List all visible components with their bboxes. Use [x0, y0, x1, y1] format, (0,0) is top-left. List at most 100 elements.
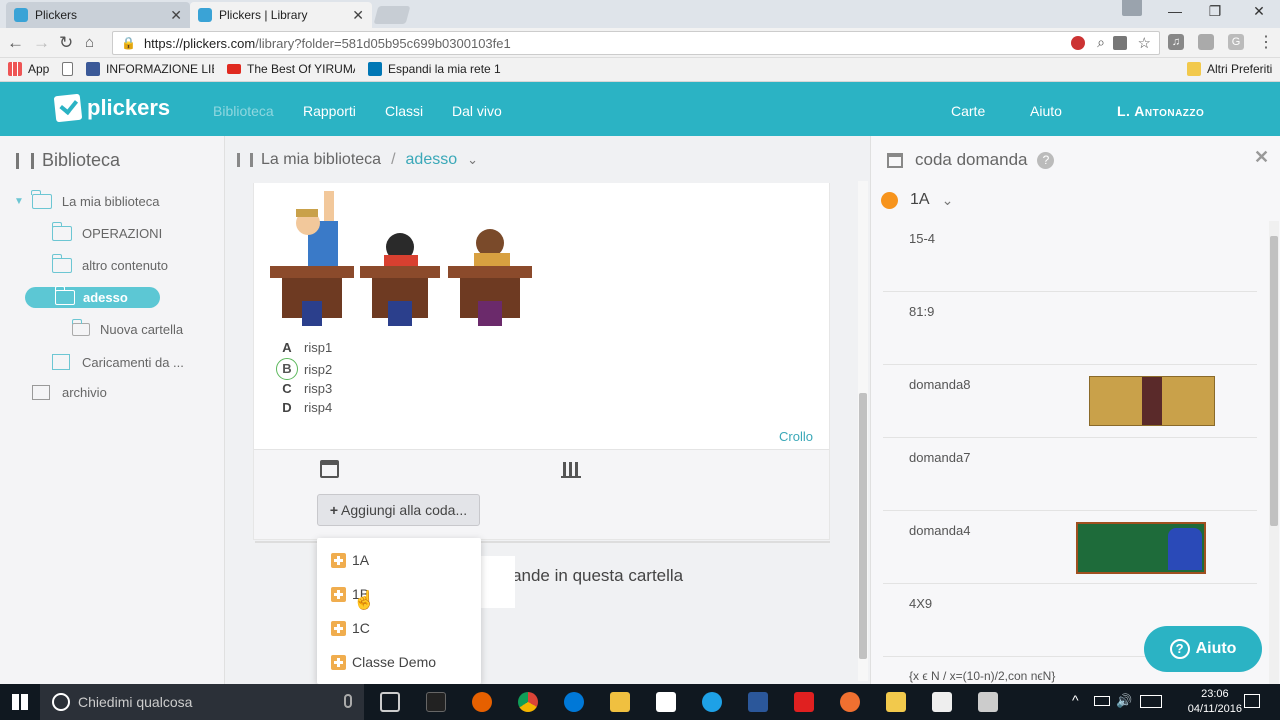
nav-biblioteca[interactable]: Biblioteca — [213, 103, 274, 119]
help-button[interactable]: ? Aiuto — [1144, 626, 1262, 672]
folder-icon — [1187, 62, 1201, 76]
acrobat-icon[interactable] — [794, 692, 814, 712]
windows-taskbar: Chiedimi qualcosa ^ 🔊 23:06 04/11/2016 — [0, 684, 1280, 720]
address-bar[interactable]: 🔒 https://plickers.com/library?folder=58… — [112, 31, 1160, 55]
microphone-icon[interactable] — [344, 694, 352, 708]
close-window-icon[interactable]: ✕ — [1244, 3, 1274, 20]
back-icon[interactable]: ← — [7, 33, 24, 53]
calendar-icon[interactable] — [320, 460, 339, 478]
other-bookmarks[interactable]: Altri Preferiti — [1187, 62, 1272, 76]
dropdown-item-1a[interactable]: 1A — [331, 552, 369, 568]
add-to-queue-label: Aggiungi alla coda... — [341, 502, 468, 518]
sidebar-item-nuova-cartella[interactable]: Nuova cartella — [71, 319, 183, 337]
nav-rapporti[interactable]: Rapporti — [303, 103, 356, 119]
task-view-icon[interactable] — [380, 692, 400, 712]
nav-user[interactable]: L. Antonazzo — [1117, 103, 1204, 119]
g-extension-icon[interactable]: G — [1228, 34, 1244, 50]
sidebar-item-adesso[interactable]: adesso — [25, 286, 160, 308]
volume-icon[interactable]: 🔊 — [1116, 693, 1132, 709]
new-tab-button[interactable] — [373, 6, 411, 24]
gimp-icon[interactable] — [886, 692, 906, 712]
home-icon[interactable]: ⌂ — [85, 34, 94, 51]
word-icon[interactable] — [748, 692, 768, 712]
windows-start-icon[interactable] — [12, 694, 28, 710]
menu-icon[interactable]: ⋮ — [1258, 32, 1274, 52]
reload-icon[interactable]: ↻ — [59, 33, 73, 53]
cloud-extension-icon[interactable] — [1198, 34, 1214, 50]
sidebar-item-archivio[interactable]: archivio — [32, 385, 107, 400]
firefox-icon[interactable] — [472, 692, 492, 712]
chevron-up-icon[interactable]: ^ — [1072, 692, 1079, 708]
nav-classi[interactable]: Classi — [385, 103, 423, 119]
plickers-logo[interactable]: plickers — [53, 93, 170, 123]
question-card: A risp1 B risp2 C risp3 D risp4 Crollo +… — [253, 183, 830, 540]
nav-aiuto[interactable]: Aiuto — [1030, 103, 1062, 119]
notifications-icon[interactable] — [1244, 694, 1260, 708]
taskbar-clock[interactable]: 23:06 04/11/2016 — [1188, 687, 1242, 717]
extension-icon[interactable]: ♫ — [1168, 34, 1184, 50]
bookmarks-bar: App INFORMAZIONE LIBE The Best Of YIRUMA… — [0, 58, 1280, 82]
browser-tabstrip: Plickers ✕ Plickers | Library ✕ — ❐ ✕ — [0, 0, 1280, 28]
minimize-icon[interactable]: — — [1160, 3, 1190, 19]
nav-dal-vivo[interactable]: Dal vivo — [452, 103, 502, 119]
chrome-icon[interactable] — [518, 692, 538, 712]
translate-icon[interactable] — [1113, 36, 1127, 50]
sidebar-item-caricamenti[interactable]: Caricamenti da ... — [52, 354, 184, 370]
sidebar-item-operazioni[interactable]: OPERAZIONI — [51, 222, 162, 241]
queue-scrollbar[interactable] — [1269, 221, 1279, 684]
forward-icon[interactable]: → — [33, 33, 50, 53]
class-selector[interactable]: 1A ⌄ — [881, 191, 953, 209]
chevron-down-icon[interactable]: ⌄ — [467, 152, 478, 168]
breadcrumb-current[interactable]: adesso — [406, 151, 458, 169]
bookmark-linkedin[interactable]: Espandi la mia rete 1 — [368, 62, 501, 76]
bookmark-page[interactable] — [62, 62, 80, 76]
sidebar-item-altro-contenuto[interactable]: altro contenuto — [51, 254, 168, 273]
tab-plickers-library[interactable]: Plickers | Library ✕ — [190, 2, 372, 28]
student-raising-hand — [270, 191, 354, 326]
edge-icon[interactable] — [564, 692, 584, 712]
app-icon[interactable] — [426, 692, 446, 712]
bookmark-informazione[interactable]: INFORMAZIONE LIBE — [86, 62, 214, 76]
queue-item[interactable]: domanda8 — [883, 365, 1257, 438]
tab-plickers[interactable]: Plickers ✕ — [6, 2, 190, 28]
battery-icon[interactable] — [1094, 696, 1110, 706]
facebook-icon — [86, 62, 100, 76]
queue-item[interactable]: 15-4 — [883, 219, 1257, 292]
add-to-queue-button[interactable]: + Aggiungi alla coda... — [317, 494, 480, 526]
blocked-icon[interactable] — [1071, 36, 1085, 50]
queue-item[interactable]: domanda4 — [883, 511, 1257, 584]
scrollbar-thumb[interactable] — [859, 393, 867, 659]
queue-item[interactable]: domanda7 — [883, 438, 1257, 511]
folder-open-icon — [54, 286, 75, 305]
clock-date: 04/11/2016 — [1187, 703, 1242, 715]
close-tab-icon[interactable]: ✕ — [352, 7, 364, 24]
zoom-icon[interactable]: ⌕ — [1097, 34, 1105, 51]
caret-down-icon[interactable]: ▼ — [14, 196, 24, 207]
profile-icon[interactable] — [1122, 0, 1142, 16]
scrollbar-thumb[interactable] — [1270, 236, 1278, 526]
store-icon[interactable] — [656, 692, 676, 712]
queue-item[interactable]: 81:9 — [883, 292, 1257, 365]
taskbar-search[interactable]: Chiedimi qualcosa — [40, 684, 364, 720]
breadcrumb-root[interactable]: La mia biblioteca — [261, 151, 381, 169]
collapse-link[interactable]: Crollo — [779, 429, 813, 444]
main-scrollbar[interactable] — [858, 181, 868, 681]
app-icon[interactable] — [978, 692, 998, 712]
bookmark-app[interactable]: App — [8, 62, 49, 76]
maximize-icon[interactable]: ❐ — [1200, 3, 1230, 20]
help-icon[interactable]: ? — [1037, 151, 1055, 169]
dropdown-item-classe-demo[interactable]: Classe Demo — [331, 654, 436, 670]
bookmark-yiruma[interactable]: The Best Of YIRUMA | — [227, 62, 355, 76]
star-icon[interactable]: ☆ — [1138, 34, 1151, 52]
dropdown-item-1c[interactable]: 1C — [331, 620, 370, 636]
nav-carte[interactable]: Carte — [951, 103, 985, 119]
bar-chart-icon[interactable] — [561, 462, 581, 478]
internet-explorer-icon[interactable] — [702, 692, 722, 712]
file-explorer-icon[interactable] — [610, 692, 630, 712]
close-tab-icon[interactable]: ✕ — [170, 7, 182, 24]
keyboard-icon[interactable] — [1140, 695, 1162, 708]
avast-icon[interactable] — [840, 692, 860, 712]
photos-icon[interactable] — [932, 692, 952, 712]
close-icon[interactable]: ✕ — [1254, 147, 1269, 168]
sidebar-item-la-mia-biblioteca[interactable]: ▼ La mia biblioteca — [14, 190, 159, 209]
